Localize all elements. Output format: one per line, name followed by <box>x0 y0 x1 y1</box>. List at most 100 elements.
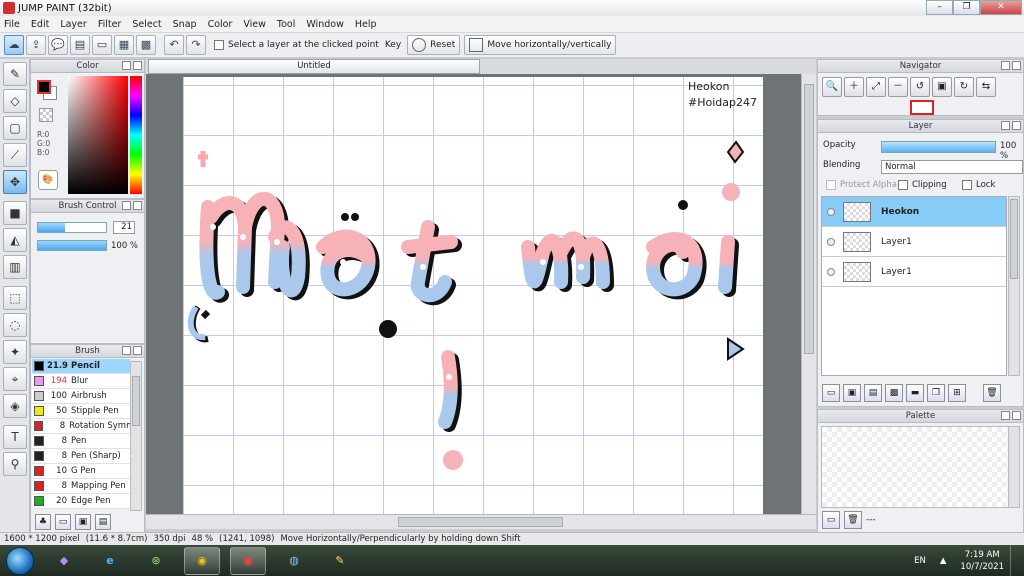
brush-list-item[interactable]: 10 G Pen <box>32 464 130 479</box>
merge-layer-icon[interactable]: ⊞ <box>948 384 966 402</box>
layer-visibility-icon[interactable] <box>827 207 835 216</box>
clipboard-icon[interactable]: ▦ <box>114 35 134 55</box>
document-tab[interactable]: Untitled <box>148 59 480 74</box>
start-button[interactable] <box>6 546 34 575</box>
brush-size-slider[interactable] <box>37 222 107 233</box>
chrome-icon[interactable]: ◉ <box>184 546 220 575</box>
move-hv-button[interactable]: Move horizontally/vertically <box>464 35 617 55</box>
pen-tool-icon[interactable]: ✎ <box>3 62 27 86</box>
layer-visibility-icon[interactable] <box>827 237 835 246</box>
message-icon[interactable]: ▤ <box>70 35 90 55</box>
canvas-vertical-scrollbar[interactable] <box>801 74 816 514</box>
comment-icon[interactable]: 💬 <box>48 35 68 55</box>
panel-float-icon[interactable] <box>122 61 131 70</box>
menu-tool[interactable]: Tool <box>277 19 295 30</box>
navigator-thumbnail[interactable] <box>910 100 934 115</box>
protect-alpha-checkbox[interactable]: Protect Alpha <box>826 180 897 190</box>
eyedropper-tool-icon[interactable]: ⚲ <box>3 452 27 476</box>
panel-float-icon[interactable] <box>122 346 131 355</box>
new-folder-icon[interactable]: ▬ <box>906 384 924 402</box>
fill-rect-tool-icon[interactable]: ■ <box>3 201 27 225</box>
rotate-left-icon[interactable]: ↺ <box>910 77 930 97</box>
close-button[interactable]: ✕ <box>980 0 1022 15</box>
visual-studio-icon[interactable]: ◆ <box>46 547 82 575</box>
layer-row[interactable]: Layer1 <box>822 227 1006 257</box>
panel-float-icon[interactable] <box>1001 121 1010 130</box>
panel-float-icon[interactable] <box>1001 411 1010 420</box>
menu-edit[interactable]: Edit <box>31 19 49 30</box>
select-pen-tool-icon[interactable]: ⌖ <box>3 367 27 391</box>
panel-float-icon[interactable] <box>1001 61 1010 70</box>
palette-new-icon[interactable]: ▭ <box>822 511 840 529</box>
palette-swatch-area[interactable] <box>821 426 1009 508</box>
brush-list-item[interactable]: 100 Airbrush <box>32 389 130 404</box>
select-layer-checkbox[interactable]: Select a layer at the clicked point <box>214 40 379 50</box>
move-tool-icon[interactable]: ✥ <box>3 170 27 194</box>
zoom-icon[interactable]: 🔍 <box>822 77 842 97</box>
brush-settings-icon[interactable]: ▤ <box>95 514 111 530</box>
palette-scrollbar[interactable] <box>1008 426 1020 508</box>
rectangle-select-tool-icon[interactable]: ▢ <box>3 116 27 140</box>
brush-new-icon[interactable]: ▭ <box>55 514 71 530</box>
jump-paint-taskbar-icon[interactable]: ▣ <box>230 546 266 575</box>
new-tone-layer-icon[interactable]: ▩ <box>885 384 903 402</box>
brush-list-item[interactable]: 20 Edge Pen <box>32 494 130 509</box>
clock[interactable]: 7:19 AM 10/7/2021 <box>960 549 1004 573</box>
paint-app-icon[interactable]: ✎ <box>322 547 358 575</box>
layer-list-scrollbar[interactable] <box>1008 196 1020 376</box>
brush-list-item[interactable]: 21.9 Pencil <box>32 359 130 374</box>
panel-close-icon[interactable] <box>1012 121 1021 130</box>
brush-list-item[interactable]: 194 Blur <box>32 374 130 389</box>
clipping-box[interactable] <box>898 180 908 190</box>
foreground-color-swatch[interactable] <box>37 80 51 94</box>
document-icon[interactable]: ▭ <box>92 35 112 55</box>
line-tool-icon[interactable]: ⟋ <box>3 143 27 167</box>
layer-row[interactable]: Layer1 <box>822 257 1006 287</box>
color-palette-icon[interactable]: 🎨 <box>38 170 58 190</box>
canvas-area[interactable]: Heokon #Hoidap247 <box>146 74 801 514</box>
menu-view[interactable]: View <box>243 19 266 30</box>
checkbox-box[interactable] <box>214 40 224 50</box>
magic-wand-tool-icon[interactable]: ✦ <box>3 340 27 364</box>
lock-box[interactable] <box>962 180 972 190</box>
layer-visibility-icon[interactable] <box>827 267 835 276</box>
internet-explorer-icon[interactable]: e <box>92 547 128 575</box>
panel-close-icon[interactable] <box>133 201 142 210</box>
palette-delete-icon[interactable]: 🗑 <box>844 511 862 529</box>
delete-layer-icon[interactable]: 🗑 <box>983 384 1001 402</box>
menu-help[interactable]: Help <box>355 19 377 30</box>
panel-close-icon[interactable] <box>133 61 142 70</box>
brush-list-item[interactable]: 8 Pen <box>32 434 130 449</box>
layer-row[interactable]: Heokon <box>822 197 1006 227</box>
panel-float-icon[interactable] <box>122 201 131 210</box>
text-tool-icon[interactable]: T <box>3 425 27 449</box>
cloud-icon[interactable]: ☁ <box>4 35 24 55</box>
menu-select[interactable]: Select <box>132 19 161 30</box>
zoom-in-icon[interactable]: ＋ <box>844 77 864 97</box>
rotate-right-icon[interactable]: ↻ <box>954 77 974 97</box>
blending-select[interactable]: Normal <box>881 160 1023 174</box>
zalo-icon[interactable]: ◍ <box>276 547 312 575</box>
tray-expand-icon[interactable]: ▲ <box>940 556 947 566</box>
transparent-color-swatch[interactable] <box>39 108 53 122</box>
horizontal-scroll-thumb[interactable] <box>398 517 563 527</box>
lock-checkbox[interactable]: Lock <box>962 180 995 190</box>
panel-close-icon[interactable] <box>1012 61 1021 70</box>
brush-list-item[interactable]: 8 Pen (Sharp) <box>32 449 130 464</box>
saturation-value-picker[interactable] <box>68 76 128 194</box>
grid-icon[interactable]: ▩ <box>136 35 156 55</box>
duplicate-layer-icon[interactable]: ❐ <box>927 384 945 402</box>
zoom-out-icon[interactable]: － <box>888 77 908 97</box>
canvas-horizontal-scrollbar[interactable] <box>146 514 816 529</box>
new-halftone-layer-icon[interactable]: ▤ <box>864 384 882 402</box>
vertical-scroll-thumb[interactable] <box>804 84 814 354</box>
gradient-tool-icon[interactable]: ▥ <box>3 255 27 279</box>
new-layer-icon[interactable]: ▭ <box>822 384 840 402</box>
reset-view-icon[interactable]: ▣ <box>932 77 952 97</box>
brush-list-scrollbar[interactable] <box>130 361 142 511</box>
reset-button[interactable]: Reset <box>407 35 461 55</box>
brush-list-item[interactable]: 50 Stipple Pen <box>32 404 130 419</box>
menu-snap[interactable]: Snap <box>173 19 197 30</box>
new-layer-copy-icon[interactable]: ▣ <box>843 384 861 402</box>
undo-icon[interactable]: ↶ <box>164 35 184 55</box>
